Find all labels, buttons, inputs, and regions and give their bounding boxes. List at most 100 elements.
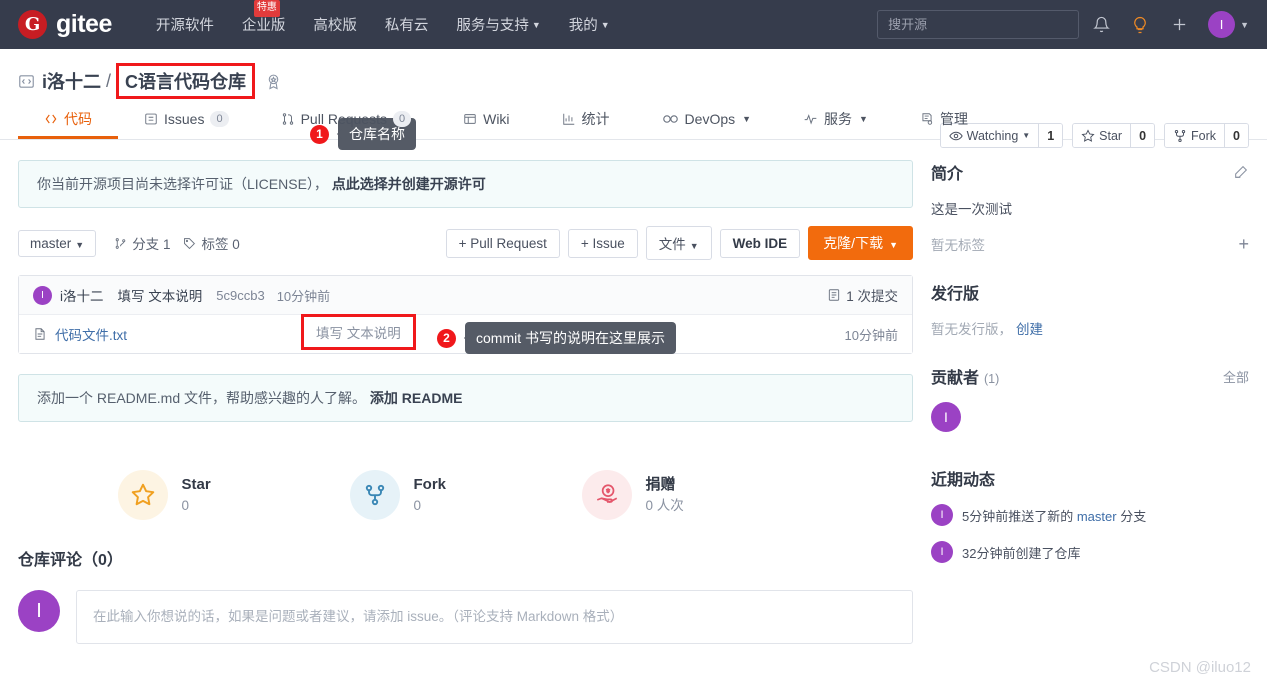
tag-count[interactable]: 标签 0 [183, 233, 240, 253]
new-pull-request-button[interactable]: + Pull Request [445, 228, 560, 258]
avatar[interactable]: I [931, 402, 961, 432]
license-notice-link[interactable]: 点此选择并创建开源许可 [332, 176, 486, 192]
tab-manage[interactable]: 管理 [894, 102, 994, 139]
avatar: I [33, 285, 52, 305]
web-ide-button[interactable]: Web IDE [719, 228, 801, 258]
branch-selector[interactable]: master ▼ [18, 229, 97, 257]
star-action[interactable]: Star 0 [117, 470, 350, 520]
tab-wiki[interactable]: Wiki [437, 102, 535, 139]
nav-link-education[interactable]: 高校版 [299, 14, 371, 35]
nav-link-mine[interactable]: 我的 ▼ [555, 14, 624, 35]
file-commit-message[interactable]: 填写 文本说明 [316, 326, 401, 341]
sidebar-releases-title: 发行版 [931, 286, 980, 303]
fork-icon [349, 470, 400, 520]
top-nav-links: 开源软件 特惠 企业版 高校版 私有云 服务与支持 ▼ 我的 ▼ [142, 0, 624, 35]
annotation-2: 2 commit 书写的说明在这里展示 [437, 322, 676, 354]
watching-count[interactable]: 1 [1038, 124, 1063, 147]
latest-commit-row: I i洛十二 填写 文本说明 5c9ccb3 10分钟前 1 次提交 [19, 276, 912, 315]
fork-count[interactable]: 0 [1224, 124, 1248, 147]
edit-icon[interactable] [1233, 164, 1249, 180]
nav-link-label: 开源软件 [155, 18, 214, 34]
create-release-link[interactable]: 创建 [1016, 318, 1043, 338]
tab-issues[interactable]: Issues 0 [118, 102, 255, 139]
fork-action[interactable]: Fork 0 [349, 470, 582, 520]
clone-download-button[interactable]: 克隆/下载 ▼ [808, 226, 913, 260]
star-label: Star [1099, 128, 1123, 143]
new-issue-button[interactable]: + Issue [567, 228, 638, 258]
donate-action-label: 捐赠 [645, 476, 676, 494]
star-action-text: Star 0 [182, 474, 211, 515]
activity-branch-link[interactable]: master [1077, 509, 1117, 524]
contributors-count: (1) [984, 372, 1000, 386]
gitee-logo[interactable]: G gitee [18, 10, 112, 39]
star-icon [117, 470, 168, 520]
avatar: I [1208, 11, 1236, 38]
tab-devops[interactable]: DevOps ▼ [636, 102, 778, 139]
tab-code[interactable]: 代码 [18, 102, 118, 139]
nav-link-privatecloud[interactable]: 私有云 [371, 14, 443, 35]
comment-input[interactable]: 在此输入你想说的话，如果是问题或者建议，请添加 issue。（评论支持 Mark… [76, 590, 913, 644]
file-message-highlight-box: 填写 文本说明 [301, 314, 416, 350]
pr-icon [281, 112, 295, 126]
user-avatar-menu[interactable]: I ▼ [1208, 11, 1249, 38]
sidebar-contributors-header: 贡献者 (1) 全部 [931, 364, 1249, 388]
star-icon [1081, 128, 1095, 143]
commit-sha[interactable]: 5c9ccb3 [216, 288, 264, 303]
nav-link-support[interactable]: 服务与支持 ▼ [442, 14, 554, 35]
branch-count[interactable]: 分支 1 [114, 233, 170, 253]
star-button[interactable]: Star [1073, 124, 1131, 147]
file-time: 10分钟前 [844, 327, 898, 343]
nav-link-enterprise[interactable]: 特惠 企业版 [228, 0, 300, 35]
tab-statistics[interactable]: 统计 [536, 102, 636, 139]
star-action-label: Star [181, 476, 211, 494]
repo-owner-link[interactable]: i洛十二 [42, 68, 101, 94]
tab-count: 0 [392, 111, 412, 127]
nav-link-label: 私有云 [384, 18, 429, 34]
search-input[interactable] [877, 10, 1080, 39]
table-row[interactable]: 代码文件.txt 填写 文本说明 10分钟前 2 commit 书写的说明在这里… [19, 314, 912, 354]
breadcrumb: i洛十二 / C语言代码仓库 [18, 63, 1249, 99]
plus-icon[interactable] [1162, 8, 1196, 42]
commit-count-label: 1 次提交 [846, 289, 898, 304]
fork-label: Fork [1191, 128, 1217, 143]
chevron-down-icon: ▼ [889, 240, 898, 250]
fork-action-count: 0 [413, 498, 422, 514]
tab-label: Pull Requests [300, 111, 387, 127]
repository-toolbar: master ▼ 分支 1 标签 0 + Pull Request + Issu… [18, 226, 913, 260]
nav-link-label: 我的 [568, 18, 598, 34]
commit-time: 10分钟前 [276, 288, 331, 304]
tab-pull-requests[interactable]: Pull Requests 0 [255, 102, 438, 139]
chevron-down-icon: ▼ [1022, 131, 1031, 140]
award-icon[interactable] [265, 73, 282, 90]
tab-label: Issues [164, 111, 205, 127]
sidebar-activity-section: 近期动态 I 5分钟前推送了新的 master 分支 I 32分钟前创建了仓库 [931, 466, 1249, 563]
readme-notice: 添加一个 README.md 文件，帮助感兴趣的人了解。 添加 README [18, 374, 913, 422]
nav-link-label: 企业版 [241, 18, 286, 34]
chevron-down-icon: ▼ [689, 241, 699, 251]
sidebar-contributors-section: 贡献者 (1) 全部 I [931, 364, 1249, 432]
star-count[interactable]: 0 [1130, 124, 1155, 147]
commit-author[interactable]: i洛十二 [60, 285, 104, 305]
donate-action[interactable]: 捐赠 0 人次 [581, 470, 814, 520]
contributors-all-link[interactable]: 全部 [1223, 367, 1249, 386]
nav-link-label: 高校版 [313, 18, 357, 34]
readme-notice-link[interactable]: 添加 README [370, 390, 463, 406]
donate-action-count: 0 人次 [645, 498, 684, 514]
toolbar-actions: + Pull Request + Issue 文件 ▼ Web IDE 克隆/下载… [438, 226, 913, 260]
tab-services[interactable]: 服务 ▼ [777, 102, 894, 139]
plus-icon[interactable]: + [1238, 235, 1249, 253]
lightbulb-icon[interactable] [1123, 8, 1157, 42]
fork-icon [1173, 129, 1187, 143]
bell-icon[interactable] [1084, 8, 1118, 42]
gitee-logo-mark: G [18, 10, 47, 39]
commit-count-link[interactable]: 1 次提交 [827, 285, 898, 305]
nav-link-opensource[interactable]: 开源软件 [142, 14, 228, 35]
repo-name-link[interactable]: C语言代码仓库 [125, 72, 246, 92]
chevron-down-icon: ▼ [1240, 19, 1249, 30]
fork-action-text: Fork 0 [414, 474, 447, 515]
fork-stat: Fork 0 [1164, 123, 1249, 148]
file-menu-button[interactable]: 文件 ▼ [645, 226, 712, 260]
commit-message[interactable]: 填写 文本说明 [118, 285, 203, 305]
file-name-link[interactable]: 代码文件.txt [55, 324, 127, 344]
fork-button[interactable]: Fork [1165, 124, 1225, 147]
